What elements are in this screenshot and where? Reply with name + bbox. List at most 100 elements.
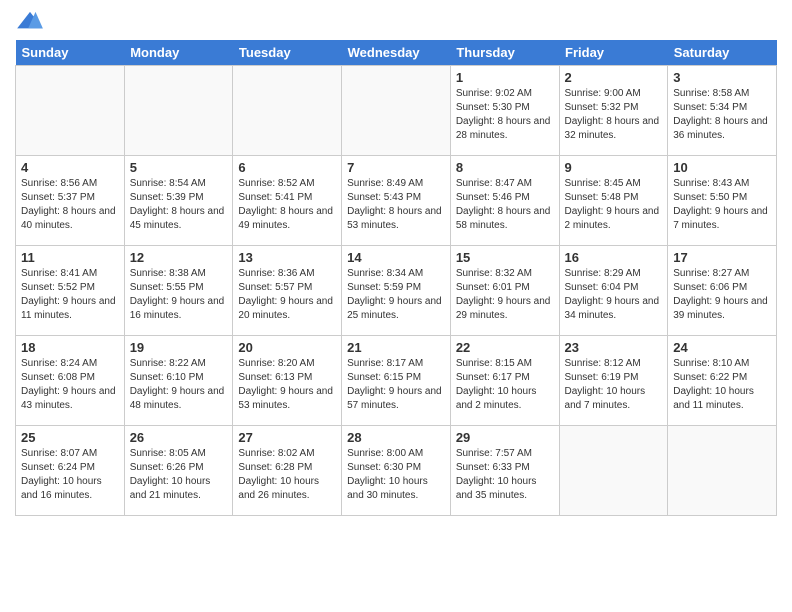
day-info: Sunrise: 8:49 AM Sunset: 5:43 PM Dayligh… [347, 177, 445, 233]
week-row-4: 18 Sunrise: 8:24 AM Sunset: 6:08 PM Dayli… [16, 336, 777, 426]
calendar-cell: 10 Sunrise: 8:43 AM Sunset: 5:50 PM Dayli… [668, 156, 777, 246]
logo [15, 10, 49, 32]
day-info: Sunrise: 8:43 AM Sunset: 5:50 PM Dayligh… [673, 177, 771, 233]
column-header-saturday: Saturday [668, 40, 777, 66]
day-info: Sunrise: 8:20 AM Sunset: 6:13 PM Dayligh… [238, 357, 336, 413]
calendar-cell [16, 66, 125, 156]
calendar-table: SundayMondayTuesdayWednesdayThursdayFrid… [15, 40, 777, 516]
calendar-cell: 18 Sunrise: 8:24 AM Sunset: 6:08 PM Dayli… [16, 336, 125, 426]
column-header-sunday: Sunday [16, 40, 125, 66]
calendar-cell: 21 Sunrise: 8:17 AM Sunset: 6:15 PM Dayli… [342, 336, 451, 426]
day-number: 1 [456, 70, 554, 85]
calendar-cell: 28 Sunrise: 8:00 AM Sunset: 6:30 PM Dayli… [342, 426, 451, 516]
day-info: Sunrise: 8:15 AM Sunset: 6:17 PM Dayligh… [456, 357, 554, 413]
calendar-cell: 27 Sunrise: 8:02 AM Sunset: 6:28 PM Dayli… [233, 426, 342, 516]
calendar-cell: 26 Sunrise: 8:05 AM Sunset: 6:26 PM Dayli… [124, 426, 233, 516]
day-number: 22 [456, 340, 554, 355]
day-number: 11 [21, 250, 119, 265]
calendar-cell: 8Sunrise: 8:47 AM Sunset: 5:46 PM Daylig… [450, 156, 559, 246]
calendar-cell: 3Sunrise: 8:58 AM Sunset: 5:34 PM Daylig… [668, 66, 777, 156]
day-number: 29 [456, 430, 554, 445]
day-number: 7 [347, 160, 445, 175]
day-info: Sunrise: 8:17 AM Sunset: 6:15 PM Dayligh… [347, 357, 445, 413]
day-number: 24 [673, 340, 771, 355]
column-header-thursday: Thursday [450, 40, 559, 66]
column-header-friday: Friday [559, 40, 668, 66]
day-info: Sunrise: 8:29 AM Sunset: 6:04 PM Dayligh… [565, 267, 663, 323]
day-number: 27 [238, 430, 336, 445]
column-header-tuesday: Tuesday [233, 40, 342, 66]
day-info: Sunrise: 8:32 AM Sunset: 6:01 PM Dayligh… [456, 267, 554, 323]
calendar-cell: 25 Sunrise: 8:07 AM Sunset: 6:24 PM Dayli… [16, 426, 125, 516]
day-number: 10 [673, 160, 771, 175]
calendar-cell: 4 Sunrise: 8:56 AM Sunset: 5:37 PM Daylig… [16, 156, 125, 246]
day-number: 4 [21, 160, 119, 175]
calendar-cell: 15 Sunrise: 8:32 AM Sunset: 6:01 PM Dayli… [450, 246, 559, 336]
calendar-cell: 13 Sunrise: 8:36 AM Sunset: 5:57 PM Dayli… [233, 246, 342, 336]
calendar-cell [233, 66, 342, 156]
calendar-cell [342, 66, 451, 156]
page-header [15, 10, 777, 32]
day-info: Sunrise: 8:22 AM Sunset: 6:10 PM Dayligh… [130, 357, 228, 413]
day-info: Sunrise: 8:10 AM Sunset: 6:22 PM Dayligh… [673, 357, 771, 413]
calendar-cell: 23Sunrise: 8:12 AM Sunset: 6:19 PM Dayli… [559, 336, 668, 426]
day-number: 6 [238, 160, 336, 175]
day-info: Sunrise: 9:00 AM Sunset: 5:32 PM Dayligh… [565, 87, 663, 143]
day-info: Sunrise: 7:57 AM Sunset: 6:33 PM Dayligh… [456, 447, 554, 503]
day-info: Sunrise: 8:05 AM Sunset: 6:26 PM Dayligh… [130, 447, 228, 503]
day-info: Sunrise: 8:52 AM Sunset: 5:41 PM Dayligh… [238, 177, 336, 233]
week-row-2: 4 Sunrise: 8:56 AM Sunset: 5:37 PM Daylig… [16, 156, 777, 246]
day-info: Sunrise: 8:36 AM Sunset: 5:57 PM Dayligh… [238, 267, 336, 323]
calendar-cell: 16Sunrise: 8:29 AM Sunset: 6:04 PM Dayli… [559, 246, 668, 336]
day-info: Sunrise: 8:58 AM Sunset: 5:34 PM Dayligh… [673, 87, 771, 143]
day-number: 20 [238, 340, 336, 355]
day-number: 12 [130, 250, 228, 265]
day-number: 14 [347, 250, 445, 265]
day-number: 21 [347, 340, 445, 355]
day-number: 2 [565, 70, 663, 85]
day-info: Sunrise: 8:27 AM Sunset: 6:06 PM Dayligh… [673, 267, 771, 323]
day-info: Sunrise: 8:07 AM Sunset: 6:24 PM Dayligh… [21, 447, 119, 503]
day-number: 28 [347, 430, 445, 445]
calendar-cell: 12 Sunrise: 8:38 AM Sunset: 5:55 PM Dayli… [124, 246, 233, 336]
day-number: 13 [238, 250, 336, 265]
day-info: Sunrise: 8:41 AM Sunset: 5:52 PM Dayligh… [21, 267, 119, 323]
day-number: 19 [130, 340, 228, 355]
calendar-cell: 5Sunrise: 8:54 AM Sunset: 5:39 PM Daylig… [124, 156, 233, 246]
calendar-cell: 7 Sunrise: 8:49 AM Sunset: 5:43 PM Daylig… [342, 156, 451, 246]
calendar-cell: 20 Sunrise: 8:20 AM Sunset: 6:13 PM Dayli… [233, 336, 342, 426]
header-row: SundayMondayTuesdayWednesdayThursdayFrid… [16, 40, 777, 66]
day-number: 25 [21, 430, 119, 445]
calendar-cell: 1 Sunrise: 9:02 AM Sunset: 5:30 PM Daylig… [450, 66, 559, 156]
day-info: Sunrise: 8:38 AM Sunset: 5:55 PM Dayligh… [130, 267, 228, 323]
calendar-cell: 19 Sunrise: 8:22 AM Sunset: 6:10 PM Dayli… [124, 336, 233, 426]
calendar-cell: 29 Sunrise: 7:57 AM Sunset: 6:33 PM Dayli… [450, 426, 559, 516]
calendar-cell [559, 426, 668, 516]
day-number: 18 [21, 340, 119, 355]
day-info: Sunrise: 8:56 AM Sunset: 5:37 PM Dayligh… [21, 177, 119, 233]
logo-icon [15, 10, 45, 32]
calendar-cell: 24 Sunrise: 8:10 AM Sunset: 6:22 PM Dayli… [668, 336, 777, 426]
day-number: 9 [565, 160, 663, 175]
day-number: 26 [130, 430, 228, 445]
calendar-cell: 6 Sunrise: 8:52 AM Sunset: 5:41 PM Daylig… [233, 156, 342, 246]
day-number: 23 [565, 340, 663, 355]
calendar-cell: 2 Sunrise: 9:00 AM Sunset: 5:32 PM Daylig… [559, 66, 668, 156]
day-info: Sunrise: 9:02 AM Sunset: 5:30 PM Dayligh… [456, 87, 554, 143]
week-row-5: 25 Sunrise: 8:07 AM Sunset: 6:24 PM Dayli… [16, 426, 777, 516]
calendar-cell: 22 Sunrise: 8:15 AM Sunset: 6:17 PM Dayli… [450, 336, 559, 426]
column-header-wednesday: Wednesday [342, 40, 451, 66]
column-header-monday: Monday [124, 40, 233, 66]
day-number: 17 [673, 250, 771, 265]
calendar-cell: 9 Sunrise: 8:45 AM Sunset: 5:48 PM Daylig… [559, 156, 668, 246]
day-number: 15 [456, 250, 554, 265]
day-info: Sunrise: 8:24 AM Sunset: 6:08 PM Dayligh… [21, 357, 119, 413]
day-info: Sunrise: 8:45 AM Sunset: 5:48 PM Dayligh… [565, 177, 663, 233]
calendar-cell: 11 Sunrise: 8:41 AM Sunset: 5:52 PM Dayli… [16, 246, 125, 336]
week-row-1: 1 Sunrise: 9:02 AM Sunset: 5:30 PM Daylig… [16, 66, 777, 156]
day-info: Sunrise: 8:34 AM Sunset: 5:59 PM Dayligh… [347, 267, 445, 323]
day-info: Sunrise: 8:00 AM Sunset: 6:30 PM Dayligh… [347, 447, 445, 503]
calendar-cell: 14 Sunrise: 8:34 AM Sunset: 5:59 PM Dayli… [342, 246, 451, 336]
day-info: Sunrise: 8:02 AM Sunset: 6:28 PM Dayligh… [238, 447, 336, 503]
calendar-cell: 17 Sunrise: 8:27 AM Sunset: 6:06 PM Dayli… [668, 246, 777, 336]
